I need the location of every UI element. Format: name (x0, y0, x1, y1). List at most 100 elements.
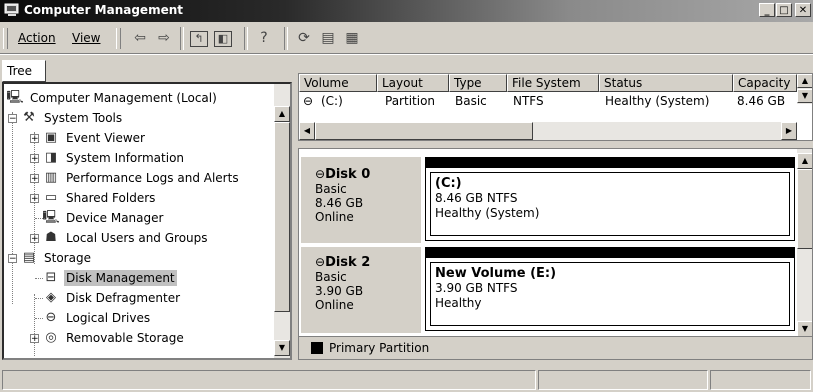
tree-connector (34, 294, 35, 356)
properties-icon[interactable]: ▤ (318, 29, 338, 47)
tree-item-disk-management[interactable]: ⊟ Disk Management (42, 268, 177, 288)
computer-management-window: Computer Management _ □ ✕ Action View ⇦ … (0, 0, 813, 392)
tree-item-system-tools[interactable]: ⚒ System Tools (20, 108, 124, 128)
volume-status: Healthy (System) (435, 206, 540, 220)
scroll-up-button[interactable]: ▲ (274, 106, 290, 122)
cell-volume: (C:) (321, 94, 343, 108)
status-pane (710, 370, 811, 390)
show-hide-tree-icon[interactable]: ◧ (214, 31, 232, 47)
tree-item-label: System Tools (44, 111, 123, 125)
expand-toggle[interactable]: + (30, 234, 39, 244)
scroll-thumb[interactable] (274, 122, 290, 312)
column-header-file-system[interactable]: File System (507, 74, 599, 92)
scroll-thumb[interactable] (315, 122, 533, 140)
tree-item-removable-storage[interactable]: ◎ Removable Storage (42, 328, 186, 348)
volume-details: (C:) 8.46 GB NTFS Healthy (System) (430, 172, 790, 236)
forward-arrow-icon[interactable]: ⇨ (154, 29, 174, 47)
volume-c-partition[interactable]: (C:) 8.46 GB NTFS Healthy (System) (425, 157, 795, 241)
disk-0-label[interactable]: ⊖Disk 0 Basic 8.46 GB Online (301, 157, 421, 243)
tree-item-disk-defragmenter[interactable]: ◈ Disk Defragmenter (42, 288, 182, 308)
tree-item-logical-drives[interactable]: ⊖ Logical Drives (42, 308, 152, 328)
volume-details: New Volume (E:) 3.90 GB NTFS Healthy (430, 262, 790, 326)
up-level-icon[interactable]: ↰ (190, 31, 208, 47)
status-pane (2, 370, 536, 390)
help-icon[interactable]: ? (254, 29, 274, 47)
window-title: Computer Management (24, 3, 183, 17)
collapse-toggle[interactable]: − (8, 114, 17, 124)
expand-toggle[interactable]: + (30, 154, 39, 164)
tree-item-local-users[interactable]: ☗ Local Users and Groups (42, 228, 210, 248)
disk-2-label[interactable]: ⊖Disk 2 Basic 3.90 GB Online (301, 247, 421, 333)
disk-map: ⊖Disk 0 Basic 8.46 GB Online (C:) 8.46 G… (298, 148, 813, 360)
title-bar[interactable]: Computer Management _ □ ✕ (0, 0, 813, 22)
disk-state: Online (315, 298, 354, 312)
disk-name: Disk 0 (325, 167, 371, 182)
tree-item-system-information[interactable]: ◨ System Information (42, 148, 186, 168)
close-button[interactable]: ✕ (795, 3, 811, 17)
performance-icon: ▥ (44, 170, 58, 185)
disk-type: Basic (315, 270, 347, 284)
column-header-layout[interactable]: Layout (377, 74, 449, 92)
tab-tree[interactable]: Tree (2, 60, 46, 82)
expand-toggle[interactable]: + (30, 334, 39, 344)
column-header-type[interactable]: Type (449, 74, 507, 92)
tree-item-label: System Information (66, 151, 185, 165)
toolbar-separator (180, 27, 184, 50)
disk-size: 3.90 GB (315, 284, 364, 298)
scroll-down-button[interactable]: ▼ (274, 340, 290, 356)
scroll-up-button[interactable]: ▲ (797, 153, 812, 169)
tree-item-device-manager[interactable]: 🖳 Device Manager (42, 208, 165, 228)
refresh-icon[interactable]: ⟳ (294, 29, 314, 47)
column-header-volume[interactable]: Volume (299, 74, 377, 92)
legend-label: Primary Partition (329, 341, 430, 355)
column-header-status[interactable]: Status (599, 74, 733, 92)
tree-item-label: Local Users and Groups (66, 231, 208, 245)
column-header-capacity[interactable]: Capacity (733, 74, 797, 92)
tree-item-event-viewer[interactable]: ▣ Event Viewer (42, 128, 147, 148)
maximize-button[interactable]: □ (776, 3, 792, 17)
defrag-icon: ◈ (46, 290, 56, 305)
primary-partition-bar (426, 248, 794, 258)
list-horizontal-scrollbar[interactable]: ◀ ▶ (299, 122, 797, 140)
back-arrow-icon[interactable]: ⇦ (130, 29, 150, 47)
volume-status: Healthy (435, 296, 482, 310)
expand-toggle[interactable]: + (30, 194, 39, 204)
tree-item-performance-logs[interactable]: ▥ Performance Logs and Alerts (42, 168, 241, 188)
legend: Primary Partition (299, 336, 812, 359)
volume-e-partition[interactable]: New Volume (E:) 3.90 GB NTFS Healthy (425, 247, 795, 331)
minimize-button[interactable]: _ (759, 3, 775, 17)
disk-state: Online (315, 210, 354, 224)
toolbar-separator (284, 27, 288, 50)
status-pane (538, 370, 708, 390)
tree-scrollbar[interactable]: ▲ ▼ (274, 84, 290, 358)
toolbar: Action View ⇦ ⇨ ↰ ◧ ? ⟳ ▤ ▦ (0, 23, 813, 54)
view-menu[interactable]: View (72, 31, 100, 45)
list-vertical-scrollbar[interactable]: ▲ ▼ (797, 74, 812, 104)
scroll-up-button[interactable]: ▲ (797, 74, 812, 88)
cell-file-system: NTFS (513, 94, 544, 108)
storage-icon: ▤ (22, 250, 36, 265)
menu-grip[interactable] (3, 28, 8, 49)
disk-icon: ⊖ (315, 167, 326, 181)
disk-icon[interactable]: ▦ (342, 29, 362, 47)
tree-connector (12, 112, 13, 304)
scroll-thumb[interactable] (797, 169, 812, 249)
expand-toggle[interactable]: + (30, 134, 39, 144)
tree-item-label: Performance Logs and Alerts (66, 171, 239, 185)
expand-toggle[interactable]: + (30, 174, 39, 184)
scroll-left-button[interactable]: ◀ (299, 122, 315, 140)
toolbar-grip[interactable] (116, 28, 121, 49)
action-menu[interactable]: Action (18, 31, 56, 45)
scroll-right-button[interactable]: ▶ (781, 122, 797, 140)
scroll-down-button[interactable]: ▼ (797, 321, 812, 337)
tree-item-storage[interactable]: ▤ Storage (20, 248, 93, 268)
disk-size: 8.46 GB (315, 196, 364, 210)
tree-item-computer-management[interactable]: 🖳 Computer Management (Local) (6, 88, 219, 108)
tools-icon: ⚒ (23, 110, 35, 125)
disk-icon: ⊖ (315, 255, 326, 269)
tree-item-shared-folders[interactable]: ▭ Shared Folders (42, 188, 157, 208)
disk-type: Basic (315, 182, 347, 196)
disk-map-scrollbar[interactable]: ▲ ▼ (797, 149, 812, 337)
scroll-down-button[interactable]: ▼ (797, 89, 812, 103)
collapse-toggle[interactable]: − (8, 254, 17, 264)
